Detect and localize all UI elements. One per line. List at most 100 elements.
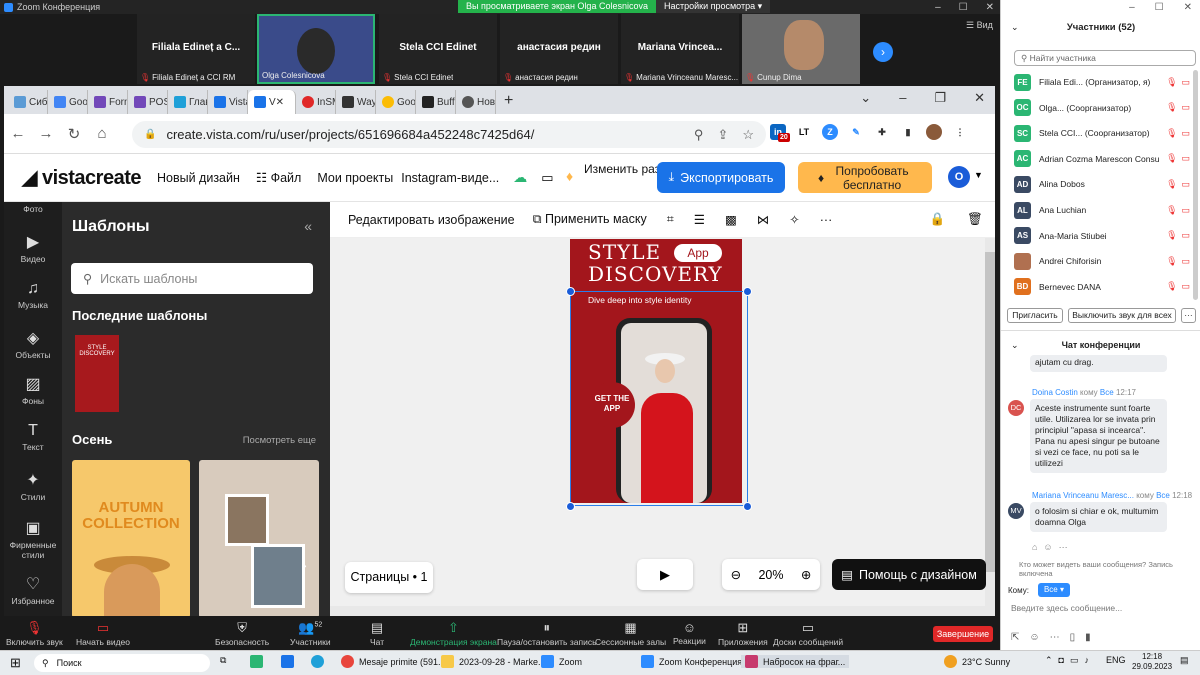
rail-music[interactable]: ♫ Музыка [4, 280, 62, 310]
resize-handle[interactable] [743, 287, 752, 296]
chevron-down-icon[interactable]: ▼ [974, 170, 983, 180]
star-icon[interactable]: ☆ [742, 127, 754, 143]
lt-ext-icon[interactable]: LT [796, 124, 812, 140]
view-options-button[interactable]: Настройки просмотра ▾ [655, 0, 771, 13]
template-thumb-photos[interactable] [199, 460, 319, 618]
apps-button[interactable]: ⊞ Приложения [718, 620, 768, 647]
resize-handle[interactable] [566, 287, 575, 296]
try-free-button[interactable]: ♦ Попробовать бесплатно [798, 162, 932, 193]
participant-search-input[interactable]: ⚲ Найти участника [1014, 50, 1196, 66]
user-avatar[interactable]: O [948, 166, 970, 188]
design-artboard[interactable]: STYLE DISCOVERY App Dive deep into style … [570, 239, 742, 503]
pause-recording-button[interactable]: ⏸ Пауза/остановить запись [497, 620, 597, 647]
back-icon[interactable]: ← [4, 125, 32, 142]
sidepanel-icon[interactable]: ▮ [900, 124, 916, 140]
zoom-in-icon[interactable]: ⊕ [801, 567, 811, 582]
windows-start-icon[interactable]: ⊞ [10, 655, 21, 671]
menu-my-projects[interactable]: Мои проекты [317, 171, 393, 185]
whiteboards-button[interactable]: ▭ Доски сообщений [773, 620, 843, 647]
rail-video[interactable]: ▶ Видео [4, 232, 62, 264]
minimize-icon[interactable]: – [899, 90, 906, 106]
rail-favorites[interactable]: ♡ Избранное [4, 574, 62, 606]
rail-backgrounds[interactable]: ▨ Фоны [4, 374, 62, 406]
unmute-button[interactable]: 🎙 Включить звук [6, 620, 63, 647]
start-video-button[interactable]: ▭ Начать видео [76, 620, 130, 647]
design-canvas[interactable]: STYLE DISCOVERY App Dive deep into style … [330, 238, 995, 616]
taskbar-app-explorer[interactable]: 2023-09-28 - Marke... [441, 655, 546, 668]
rail-objects[interactable]: ◈ Объекты [4, 328, 62, 360]
pages-button[interactable]: Страницы • 1 [345, 562, 433, 593]
menu-new-design[interactable]: Новый дизайн [157, 171, 240, 185]
new-tab-icon[interactable]: + [504, 92, 513, 114]
participants-button[interactable]: 👥52 Участники [290, 620, 331, 647]
recent-template-thumb[interactable]: STYLE DISCOVERY [75, 335, 119, 412]
export-button[interactable]: ⤓ Экспортировать [657, 162, 785, 193]
browser-tab[interactable]: Buff [416, 90, 456, 114]
profile-avatar[interactable] [926, 124, 942, 140]
taskbar-search[interactable]: ⚲ Поиск [34, 654, 210, 672]
chat-input-tools[interactable]: ⇱☺⋯▯▮ [1011, 632, 1101, 643]
participant-row[interactable]: FE Filiala Edi... (Организатор, я) 🎙▭ [1014, 71, 1194, 93]
browser-tab[interactable]: Way [336, 90, 376, 114]
browser-tab[interactable]: Forn [88, 90, 128, 114]
url-bar[interactable]: 🔒 create.vista.com/ru/user/projects/6516… [132, 121, 766, 148]
play-icon[interactable]: ▶ [637, 559, 693, 590]
more-icon[interactable]: ··· [820, 213, 833, 227]
participant-row[interactable]: SC Stela CCI... (Соорганизатор) 🎙▭ [1014, 122, 1194, 144]
close-icon[interactable]: ✕ [986, 2, 994, 13]
zoom-level[interactable]: 20% [758, 568, 783, 582]
clock[interactable]: 12:18 29.09.2023 [1132, 652, 1172, 672]
weather[interactable]: 23°C Sunny [944, 655, 1010, 668]
mail-icon[interactable] [281, 655, 299, 668]
share-screen-button[interactable]: ⇧ Демонстрация экрана [410, 620, 497, 647]
home-icon[interactable]: ⌂ [88, 125, 116, 142]
participant-row[interactable]: AC Adrian Cozma Marescon Consult 🎙▭ [1014, 148, 1194, 170]
design-help-button[interactable]: ▤ Помощь с дизайном [832, 559, 986, 590]
chevron-right-icon[interactable]: › [302, 557, 307, 573]
share-icon[interactable]: ⇪ [717, 127, 728, 143]
participant-row[interactable]: BD Bernevec DANA 🎙▭ [1014, 276, 1194, 298]
rail-photo[interactable]: Фото [4, 204, 62, 214]
chevron-right-icon[interactable]: › [873, 42, 893, 62]
forward-icon[interactable]: → [32, 125, 60, 142]
end-meeting-button[interactable]: Завершение [933, 626, 993, 642]
participant-row[interactable]: OC Olga... (Соорганизатор) 🎙▭ [1014, 97, 1194, 119]
browser-tab[interactable]: Goo [48, 90, 88, 114]
minimize-icon[interactable]: – [1129, 2, 1135, 13]
comment-icon[interactable]: ▭ [541, 170, 553, 186]
horizontal-scrollbar[interactable] [330, 606, 985, 616]
taskbar-app-zoom[interactable]: Zoom [541, 655, 582, 668]
participant-row[interactable]: AD Alina Dobos 🎙▭ [1014, 173, 1194, 195]
template-thumb-autumn[interactable]: AUTUMN COLLECTION [72, 460, 190, 618]
chat-input[interactable]: Введите здесь сообщение... [1011, 603, 1122, 613]
menu-file[interactable]: ☷ Файл [256, 170, 301, 185]
browser-tab[interactable]: Нов [456, 90, 496, 114]
rail-text[interactable]: T Текст [4, 422, 62, 452]
browser-tab[interactable]: Goo [376, 90, 416, 114]
video-tile[interactable]: Filiala Edineț a C... 🎙 Filiala Edineț a … [137, 14, 255, 84]
participant-row[interactable]: AS Ana-Maria Stiubei 🎙▭ [1014, 225, 1194, 247]
feather-ext-icon[interactable]: ✎ [848, 124, 864, 140]
browser-tab[interactable]: InSM [296, 90, 336, 114]
transparency-icon[interactable]: ▩ [725, 212, 737, 227]
crop-icon[interactable]: ⌗ [667, 212, 674, 227]
mute-all-button[interactable]: Выключить звук для всех [1068, 308, 1176, 323]
taskbar-app-zoom-meeting[interactable]: Zoom Конференция [641, 655, 742, 668]
notifications-icon[interactable]: ▤ [1180, 655, 1189, 666]
invite-button[interactable]: Пригласить [1007, 308, 1063, 323]
resize-handle[interactable] [743, 502, 752, 511]
edge-icon[interactable] [311, 655, 329, 668]
security-button[interactable]: ⛨ Безопасность [215, 620, 269, 647]
message-actions[interactable]: ⌂☺⋯ [1032, 542, 1074, 553]
participant-row[interactable]: AL Ana Luchian 🎙▭ [1014, 199, 1194, 221]
zoom-ext-icon[interactable]: Z [822, 124, 838, 140]
flip-icon[interactable]: ⋈ [757, 212, 770, 227]
collapse-icon[interactable]: « [304, 218, 312, 234]
who-can-see[interactable]: Кто может видеть ваши сообщения? Запись … [1019, 560, 1199, 578]
reload-icon[interactable]: ↻ [60, 125, 88, 143]
chevron-down-icon[interactable]: ⌄ [1011, 22, 1019, 33]
browser-tab[interactable]: Глав [168, 90, 208, 114]
see-more-link[interactable]: Посмотреть еще [243, 435, 316, 446]
zoom-magnifier-icon[interactable]: ⚲ [694, 127, 704, 143]
zoom-out-icon[interactable]: ⊖ [731, 567, 741, 582]
